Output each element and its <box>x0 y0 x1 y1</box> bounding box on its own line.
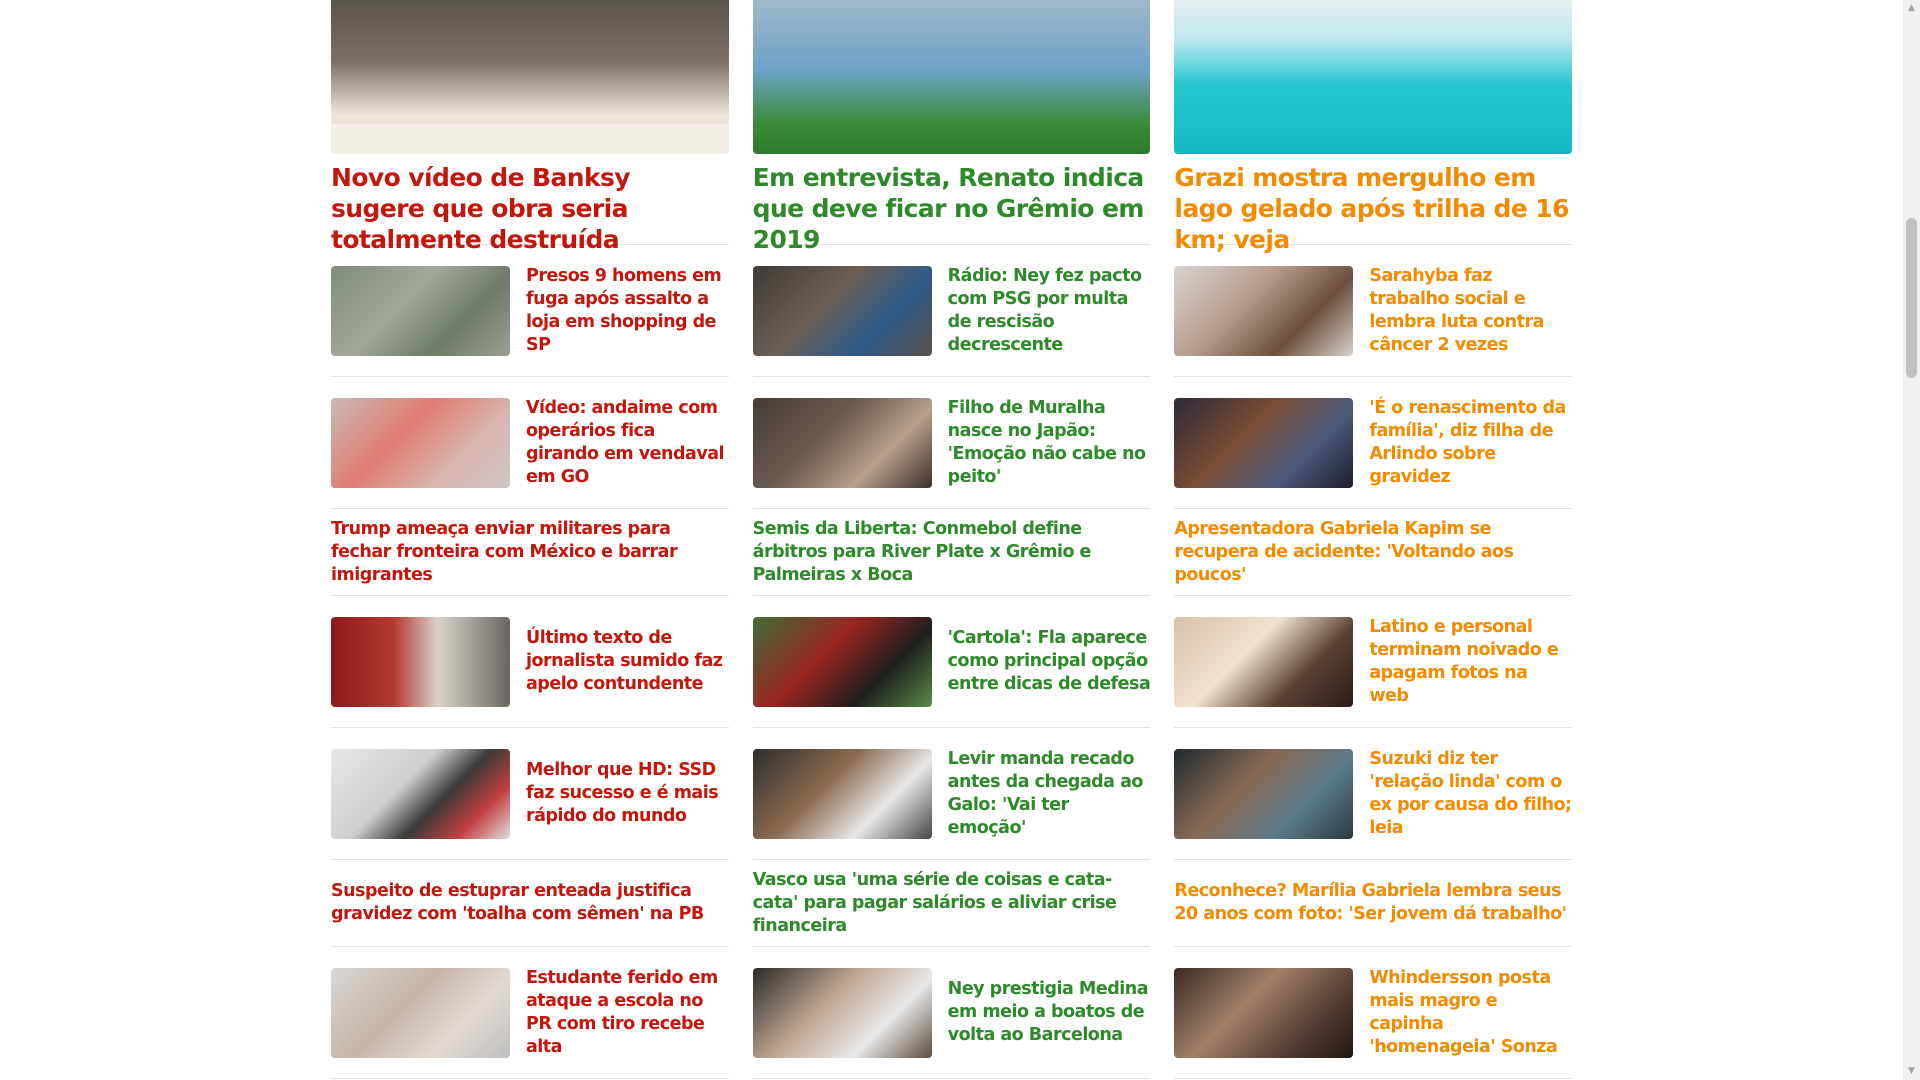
news-columns: Novo vídeo de Banksy sugere que obra ser… <box>331 0 1572 1079</box>
news-headline[interactable]: Suzuki diz ter 'relação linda' com o ex … <box>1369 748 1572 840</box>
news-item[interactable]: Vídeo: andaime com operários fica girand… <box>331 377 729 509</box>
news-headline[interactable]: Filho de Muralha nasce no Japão: 'Emoção… <box>948 397 1151 489</box>
news-text-item[interactable]: Semis da Liberta: Conmebol define árbitr… <box>752 509 1151 596</box>
news-text-item[interactable]: Suspeito de estuprar enteada justifica g… <box>331 860 729 947</box>
news-text-item[interactable]: Trump ameaça enviar militares para fecha… <box>331 509 729 596</box>
news-text-item[interactable]: Vasco usa 'uma série de coisas e cata-ca… <box>752 860 1151 947</box>
news-thumbnail[interactable] <box>752 265 932 356</box>
news-thumbnail[interactable] <box>1174 748 1354 839</box>
hero-image-renato[interactable] <box>752 0 1151 154</box>
hero-headline-renato[interactable]: Em entrevista, Renato indica que deve fi… <box>752 162 1151 254</box>
hero-image-banksy[interactable] <box>331 0 729 154</box>
news-thumbnail[interactable] <box>331 967 510 1058</box>
news-item[interactable]: 'Cartola': Fla aparece como principal op… <box>752 596 1151 728</box>
vertical-scrollbar[interactable]: ▲ ▼ <box>1903 0 1920 1080</box>
news-headline[interactable]: Suspeito de estuprar enteada justifica g… <box>331 880 729 926</box>
news-headline[interactable]: Presos 9 homens em fuga após assalto a l… <box>526 265 729 357</box>
news-headline[interactable]: Ney prestigia Medina em meio a boatos de… <box>948 978 1151 1047</box>
news-headline[interactable]: Rádio: Ney fez pacto com PSG por multa d… <box>948 265 1151 357</box>
news-thumbnail[interactable] <box>331 748 510 839</box>
news-headline[interactable]: Sarahyba faz trabalho social e lembra lu… <box>1369 265 1572 357</box>
news-column-green: Em entrevista, Renato indica que deve fi… <box>752 0 1151 1079</box>
news-headline[interactable]: Trump ameaça enviar militares para fecha… <box>331 518 729 587</box>
news-thumbnail[interactable] <box>331 616 510 707</box>
news-item[interactable]: Suzuki diz ter 'relação linda' com o ex … <box>1174 728 1572 860</box>
news-item[interactable]: Latino e personal terminam noivado e apa… <box>1174 596 1573 728</box>
news-thumbnail[interactable] <box>752 748 932 839</box>
news-headline[interactable]: Reconhece? Marília Gabriela lembra seus … <box>1174 880 1572 926</box>
news-item[interactable]: Levir manda recado antes da chegada ao G… <box>752 728 1151 860</box>
news-thumbnail[interactable] <box>752 397 932 488</box>
news-headline[interactable]: 'É o renascimento da família', diz filha… <box>1369 397 1572 489</box>
news-item[interactable]: Melhor que HD: SSD faz sucesso e é mais … <box>331 728 729 860</box>
news-headline[interactable]: Vasco usa 'uma série de coisas e cata-ca… <box>753 869 1151 938</box>
news-column-orange: Grazi mostra mergulho em lago gelado apó… <box>1174 0 1572 1079</box>
hero-headline-grazi[interactable]: Grazi mostra mergulho em lago gelado apó… <box>1174 162 1573 254</box>
news-item[interactable]: Último texto de jornalista sumido faz ap… <box>331 596 729 728</box>
news-thumbnail[interactable] <box>331 397 510 488</box>
news-headline[interactable]: Melhor que HD: SSD faz sucesso e é mais … <box>526 759 729 828</box>
news-item[interactable]: 'É o renascimento da família', diz filha… <box>1174 377 1573 509</box>
news-thumbnail[interactable] <box>752 967 932 1058</box>
scroll-up-arrow-icon[interactable]: ▲ <box>1903 0 1920 17</box>
news-headline[interactable]: Estudante ferido em ataque a escola no P… <box>526 967 729 1059</box>
news-item[interactable]: Rádio: Ney fez pacto com PSG por multa d… <box>752 245 1151 377</box>
news-headline[interactable]: Levir manda recado antes da chegada ao G… <box>948 748 1151 840</box>
news-headline[interactable]: Latino e personal terminam noivado e apa… <box>1369 616 1572 708</box>
news-headline[interactable]: Último texto de jornalista sumido faz ap… <box>526 627 729 696</box>
news-headline[interactable]: 'Cartola': Fla aparece como principal op… <box>948 627 1151 696</box>
news-thumbnail[interactable] <box>331 265 510 356</box>
news-text-item[interactable]: Apresentadora Gabriela Kapim se recupera… <box>1174 509 1573 596</box>
news-headline[interactable]: Semis da Liberta: Conmebol define árbitr… <box>753 518 1151 587</box>
scrollbar-thumb[interactable] <box>1906 218 1917 378</box>
news-headline[interactable]: Apresentadora Gabriela Kapim se recupera… <box>1174 518 1572 587</box>
news-item[interactable]: Sarahyba faz trabalho social e lembra lu… <box>1174 245 1573 377</box>
news-headline[interactable]: Vídeo: andaime com operários fica girand… <box>526 397 729 489</box>
news-headline[interactable]: Whindersson posta mais magro e capinha '… <box>1369 967 1572 1059</box>
news-column-red: Novo vídeo de Banksy sugere que obra ser… <box>331 0 729 1079</box>
news-item[interactable]: Filho de Muralha nasce no Japão: 'Emoção… <box>752 377 1151 509</box>
news-thumbnail[interactable] <box>1174 397 1354 488</box>
hero-headline-banksy[interactable]: Novo vídeo de Banksy sugere que obra ser… <box>331 162 729 254</box>
news-text-item[interactable]: Reconhece? Marília Gabriela lembra seus … <box>1174 860 1573 947</box>
news-item[interactable]: Estudante ferido em ataque a escola no P… <box>331 947 729 1079</box>
hero-image-grazi[interactable] <box>1174 0 1573 154</box>
news-item[interactable]: Presos 9 homens em fuga após assalto a l… <box>331 245 729 377</box>
news-item[interactable]: Whindersson posta mais magro e capinha '… <box>1174 947 1573 1079</box>
news-thumbnail[interactable] <box>1174 616 1354 707</box>
news-item[interactable]: Ney prestigia Medina em meio a boatos de… <box>752 947 1151 1079</box>
news-thumbnail[interactable] <box>1174 265 1354 356</box>
news-thumbnail[interactable] <box>1174 967 1354 1058</box>
scroll-down-arrow-icon[interactable]: ▼ <box>1903 1063 1920 1080</box>
news-thumbnail[interactable] <box>752 616 932 707</box>
news-page: Novo vídeo de Banksy sugere que obra ser… <box>0 0 1920 1080</box>
